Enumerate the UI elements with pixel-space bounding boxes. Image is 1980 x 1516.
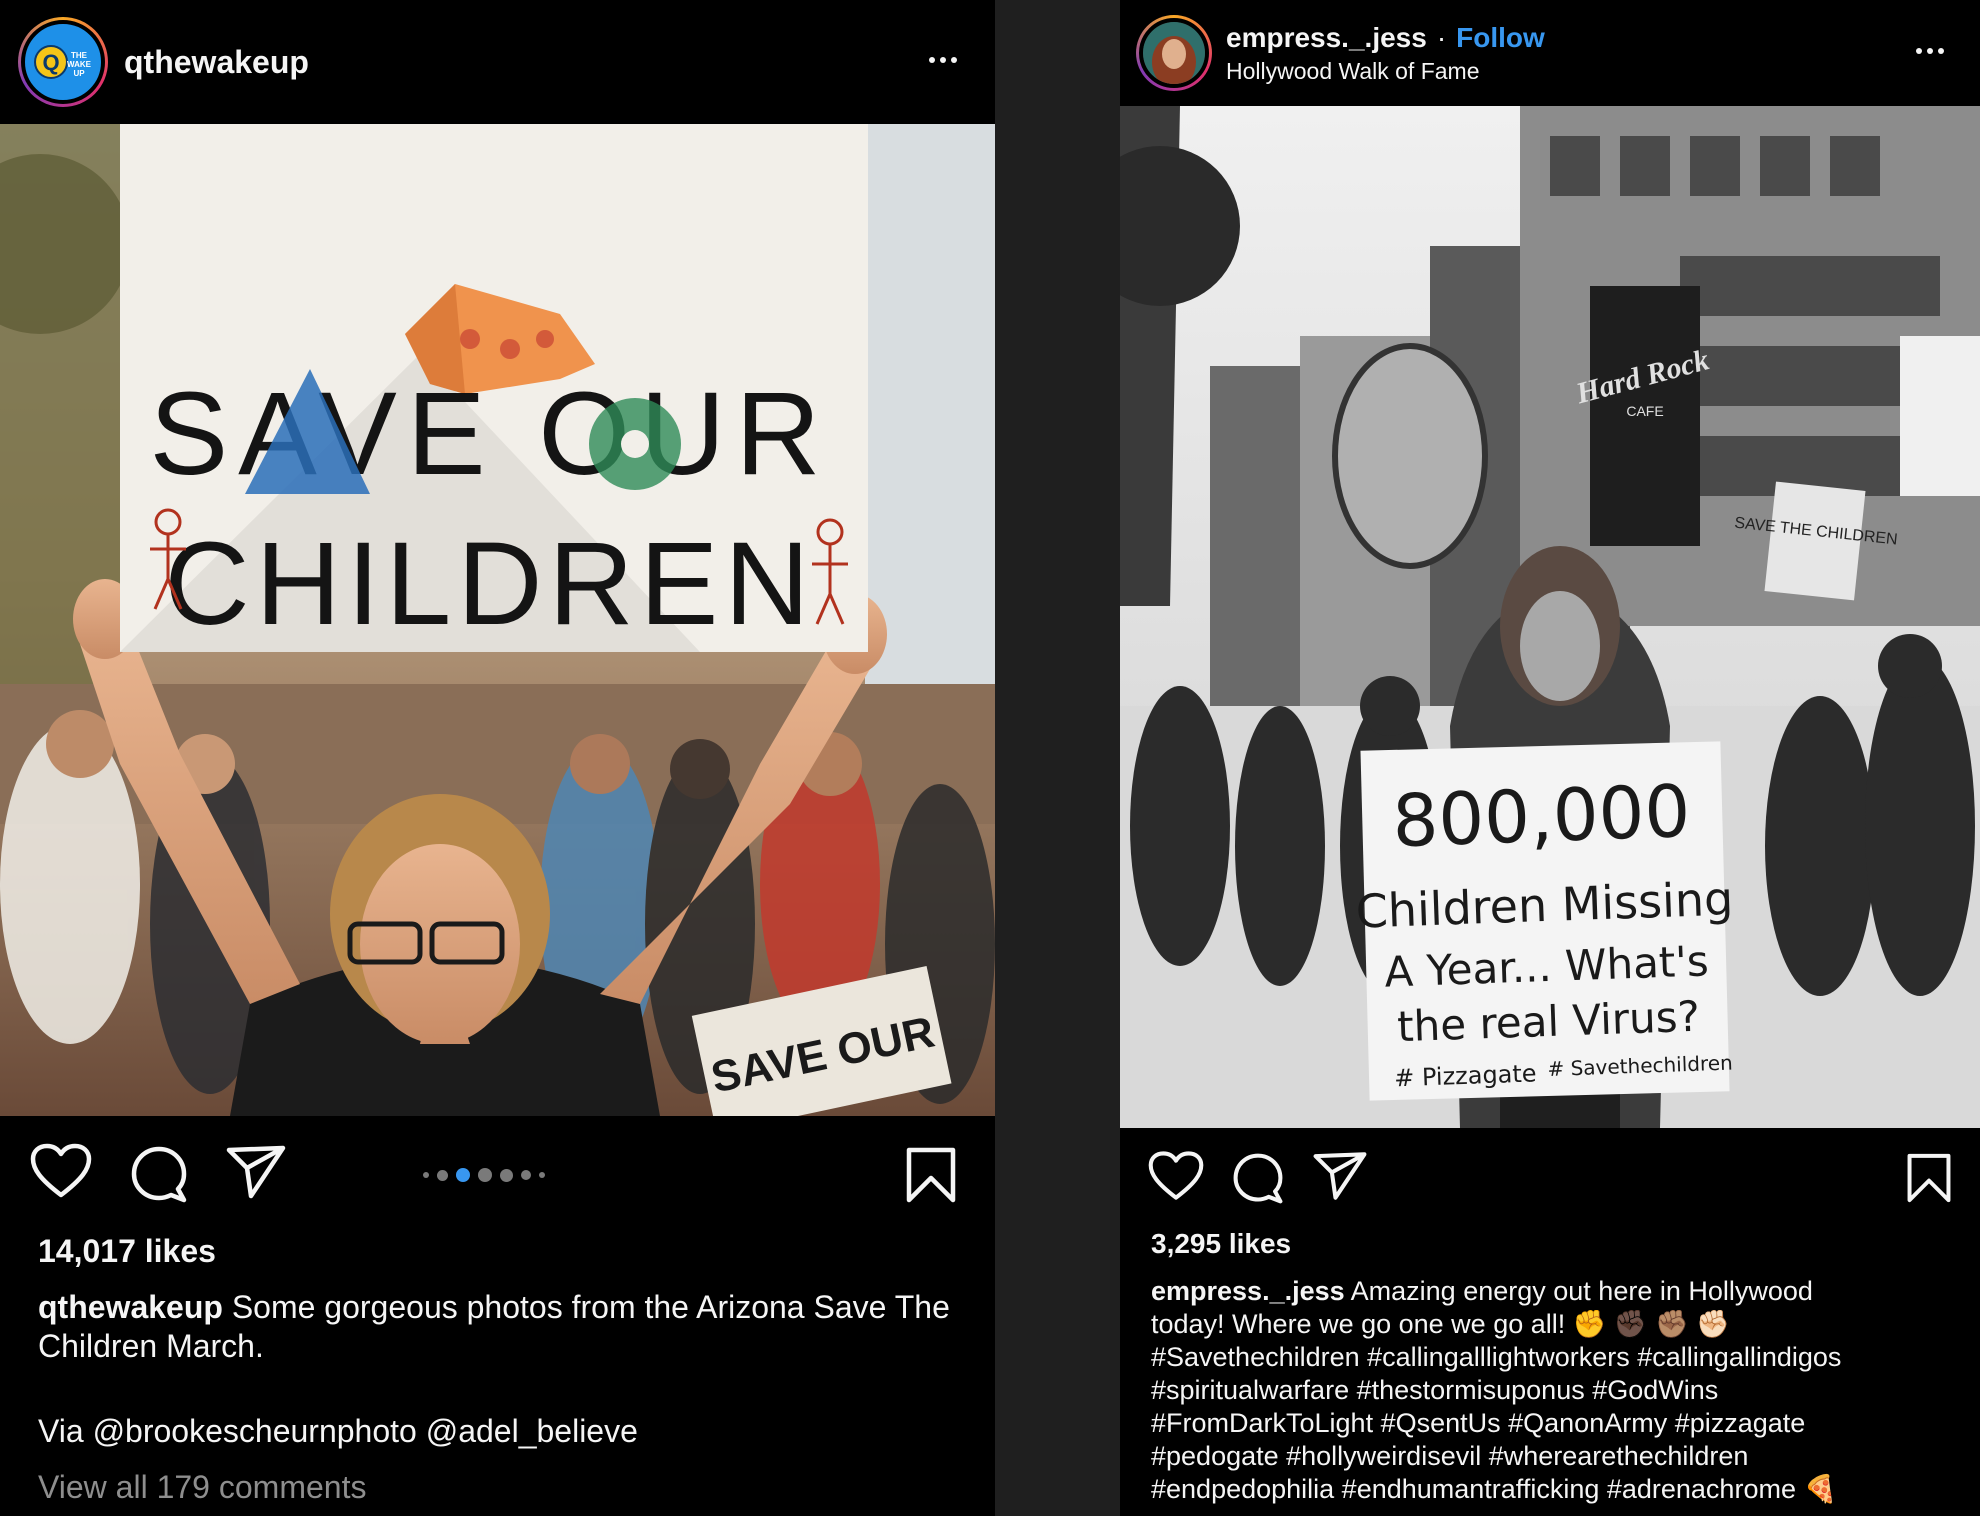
share-icon[interactable]: [1312, 1150, 1368, 1202]
post-header: Q THE WAKE UP qthewakeup: [0, 0, 995, 124]
caption-line: today! Where we go one we go all! ✊ ✊🏿 ✊…: [1151, 1309, 1730, 1339]
svg-text:WAKE: WAKE: [67, 60, 92, 69]
caption: empress._.jess Amazing energy out here i…: [1151, 1275, 1961, 1506]
svg-text:Q: Q: [42, 50, 59, 75]
carousel-dot-active: [456, 1168, 470, 1182]
sign-line-1: SAVE OUR: [149, 368, 830, 500]
caption-username[interactable]: qthewakeup: [38, 1289, 223, 1325]
post-header: empress._.jess · Follow Hollywood Walk o…: [1120, 0, 1980, 106]
post-empress-jess: empress._.jess · Follow Hollywood Walk o…: [1120, 0, 1980, 1516]
caption-hashtags[interactable]: #pedogate #hollyweirdisevil #wherearethe…: [1151, 1440, 1961, 1473]
carousel-dot: [539, 1172, 545, 1178]
heart-icon[interactable]: [30, 1143, 92, 1199]
caption-via[interactable]: Via @brookescheurnphoto @adel_believe: [38, 1412, 638, 1451]
carousel-dot: [521, 1170, 531, 1180]
likes-count[interactable]: 14,017 likes: [38, 1233, 216, 1270]
carousel-dot: [500, 1168, 513, 1182]
caption-hashtags[interactable]: #Savethechildren #callingalllightworkers…: [1151, 1341, 1961, 1374]
more-options-icon[interactable]: [929, 57, 957, 63]
sign-line-1: 800,000: [1391, 769, 1692, 863]
username[interactable]: qthewakeup: [124, 44, 309, 81]
storefront-subtext: CAFE: [1626, 403, 1663, 419]
more-options-icon[interactable]: [1916, 48, 1944, 54]
comment-icon[interactable]: [1232, 1152, 1284, 1204]
location-link[interactable]: Hollywood Walk of Fame: [1226, 58, 1545, 85]
bookmark-icon[interactable]: [905, 1146, 957, 1204]
q-logo-icon: Q THE WAKE UP: [27, 26, 99, 98]
carousel-dot: [478, 1168, 492, 1182]
view-comments-link[interactable]: View all 179 comments: [38, 1468, 366, 1507]
share-icon[interactable]: [225, 1144, 287, 1200]
post-photo[interactable]: SAVE OUR SAVE OUR CHILDREN: [0, 124, 995, 1116]
protest-photo: Hard Rock CAFE SAVE THE CHILDREN 800,000…: [1120, 106, 1980, 1128]
caption: qthewakeup Some gorgeous photos from the…: [38, 1288, 978, 1366]
comment-icon[interactable]: [130, 1145, 188, 1203]
separator: ·: [1436, 21, 1447, 53]
post-photo[interactable]: Hard Rock CAFE SAVE THE CHILDREN 800,000…: [1120, 106, 1980, 1128]
follow-button[interactable]: Follow: [1456, 22, 1545, 54]
caption-hashtags[interactable]: #endpedophilia #endhumantrafficking #adr…: [1151, 1473, 1961, 1506]
username[interactable]: empress._.jess: [1226, 22, 1427, 54]
sign-tag-1: # Pizzagate: [1394, 1059, 1537, 1092]
heart-icon[interactable]: [1148, 1150, 1204, 1202]
likes-count[interactable]: 3,295 likes: [1151, 1228, 1291, 1260]
caption-username[interactable]: empress._.jess: [1151, 1276, 1345, 1306]
sign-line-2: CHILDREN: [164, 518, 815, 650]
svg-text:UP: UP: [73, 69, 85, 78]
caption-hashtags[interactable]: #FromDarkToLight #QsentUs #QanonArmy #pi…: [1151, 1407, 1961, 1440]
caption-line: Amazing energy out here in Hollywood: [1350, 1276, 1813, 1306]
bookmark-icon[interactable]: [1906, 1152, 1952, 1204]
svg-text:THE: THE: [71, 51, 88, 60]
caption-hashtags[interactable]: #spiritualwarfare #thestormisuponus #God…: [1151, 1374, 1961, 1407]
avatar-portrait-icon: [1143, 22, 1205, 84]
carousel-dot: [437, 1169, 448, 1181]
carousel-indicator: [423, 1168, 545, 1182]
post-qthewakeup: Q THE WAKE UP qthewakeup SAVE OUR SAVE O…: [0, 0, 995, 1516]
avatar[interactable]: [1136, 15, 1212, 91]
protest-photo: SAVE OUR SAVE OUR CHILDREN: [0, 124, 995, 1116]
avatar[interactable]: Q THE WAKE UP: [18, 17, 108, 107]
header-text: empress._.jess · Follow Hollywood Walk o…: [1226, 22, 1545, 85]
carousel-dot: [423, 1172, 429, 1178]
